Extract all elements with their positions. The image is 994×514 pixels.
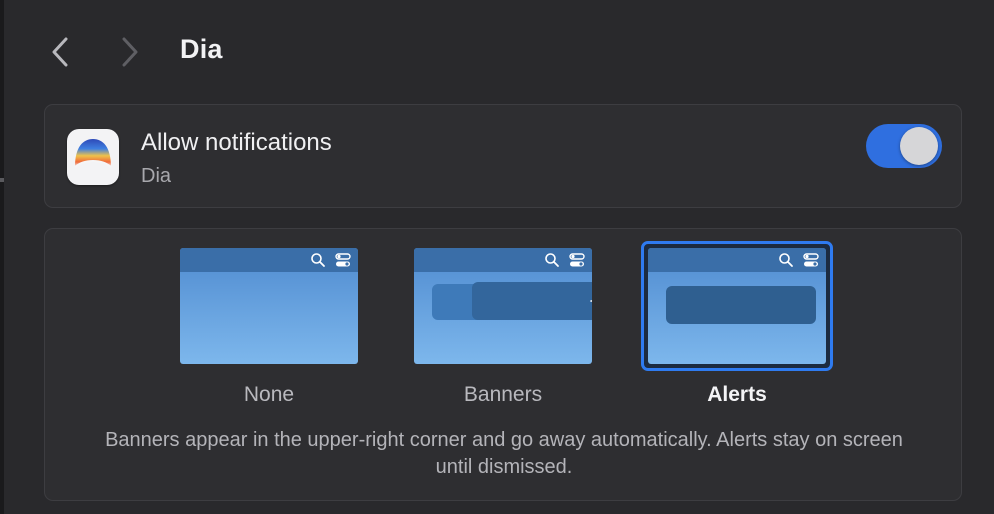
banner-preview xyxy=(472,282,592,320)
style-option-label: Banners xyxy=(463,383,543,406)
allow-notifications-label: Allow notifications xyxy=(141,129,332,156)
style-option-label: None xyxy=(243,383,295,406)
menu-bar xyxy=(414,248,592,272)
style-option-alerts[interactable] xyxy=(641,241,833,371)
settings-window: Dia Allow notifications Dia None Banners… xyxy=(0,0,994,514)
none-preview-thumbnail xyxy=(180,248,358,364)
menu-bar xyxy=(648,248,826,272)
style-option-banners[interactable]: Banners xyxy=(414,229,614,409)
back-button[interactable] xyxy=(48,36,72,68)
search-icon xyxy=(779,253,793,267)
chevron-right-icon xyxy=(122,37,138,67)
app-name-label: Dia xyxy=(141,165,172,187)
style-option-none[interactable]: None xyxy=(180,229,380,409)
menu-bar xyxy=(180,248,358,272)
alert-style-description: Banners appear in the upper-right corner… xyxy=(105,429,903,478)
forward-button[interactable] xyxy=(118,36,142,68)
arrow-right-icon xyxy=(590,300,592,302)
dia-app-icon xyxy=(67,129,119,185)
control-center-icon xyxy=(803,253,819,267)
search-icon xyxy=(545,253,559,267)
page-title: Dia xyxy=(180,34,223,64)
control-center-icon xyxy=(569,253,585,267)
search-icon xyxy=(311,253,325,267)
style-option-label-selected: Alerts xyxy=(707,383,767,406)
sidebar-edge xyxy=(0,0,4,514)
banners-preview-thumbnail xyxy=(414,248,592,364)
sidebar-edge-marker xyxy=(0,178,4,182)
allow-notifications-card: Allow notifications Dia xyxy=(44,104,962,208)
allow-notifications-toggle[interactable] xyxy=(866,124,942,168)
chevron-left-icon xyxy=(52,37,68,67)
control-center-icon xyxy=(335,253,351,267)
toggle-knob xyxy=(900,127,938,165)
alert-preview xyxy=(666,286,816,324)
alert-style-card: None Banners Alerts Banners appear in th… xyxy=(44,228,962,501)
alerts-preview-thumbnail xyxy=(648,248,826,364)
